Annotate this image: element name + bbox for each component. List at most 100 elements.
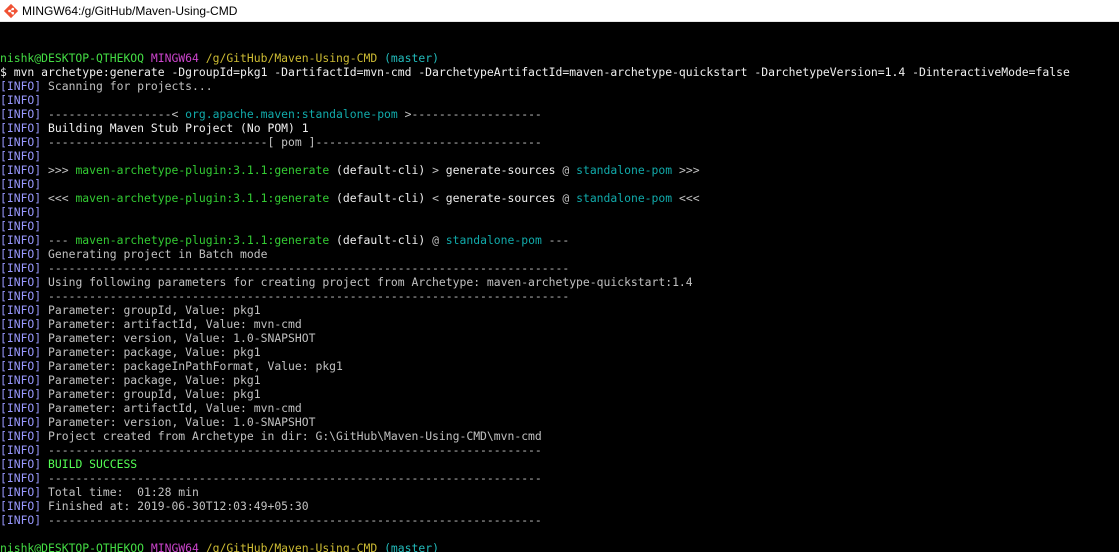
terminal-line: [INFO] ---------------------------------… <box>0 261 1119 275</box>
log-level-tag: [INFO] <box>0 107 42 121</box>
terminal-text: /g/GitHub/Maven-Using-CMD <box>205 541 378 552</box>
window-title: MINGW64:/g/GitHub/Maven-Using-CMD <box>22 4 238 18</box>
log-level-tag: [INFO] <box>0 429 42 443</box>
log-level-tag: [INFO] <box>0 373 42 387</box>
terminal-text: Parameter: groupId, Value: pkg1 <box>41 387 261 401</box>
log-level-tag: [INFO] <box>0 415 42 429</box>
log-level-tag: [INFO] <box>0 359 42 373</box>
terminal-text: Parameter: packageInPathFormat, Value: p… <box>41 359 343 373</box>
terminal-text: Total time: 01:28 min <box>41 485 199 499</box>
terminal-text: Scanning for projects... <box>41 79 213 93</box>
terminal-line: [INFO] Parameter: artifactId, Value: mvn… <box>0 401 1119 415</box>
terminal-text: maven-archetype-plugin:3.1.1:generate <box>75 191 330 205</box>
terminal-line: [INFO] Parameter: groupId, Value: pkg1 <box>0 387 1119 401</box>
terminal-text: <<< <box>41 191 76 205</box>
terminal-text: --------------------------------[ pom ]-… <box>41 135 542 149</box>
terminal-text: Parameter: artifactId, Value: mvn-cmd <box>41 401 302 415</box>
terminal-line: [INFO] ---------------------------------… <box>0 443 1119 457</box>
terminal-line: [INFO] Total time: 01:28 min <box>0 485 1119 499</box>
terminal-text: Parameter: version, Value: 1.0-SNAPSHOT <box>41 331 316 345</box>
terminal-text: Parameter: groupId, Value: pkg1 <box>41 303 261 317</box>
log-level-tag: [INFO] <box>0 191 42 205</box>
terminal-line: [INFO] BUILD SUCCESS <box>0 457 1119 471</box>
terminal-text: generate-sources <box>445 163 556 177</box>
log-level-tag: [INFO] <box>0 275 42 289</box>
terminal-line: [INFO] --------------------------------[… <box>0 135 1119 149</box>
terminal-text: (default-cli) <box>329 233 426 247</box>
log-level-tag: [INFO] <box>0 121 42 135</box>
terminal-line: nishk@DESKTOP-QTHEKOQ MINGW64 /g/GitHub/… <box>0 51 1119 65</box>
terminal-text: /g/GitHub/Maven-Using-CMD <box>205 51 378 65</box>
terminal-text: maven-archetype-plugin:3.1.1:generate <box>75 233 330 247</box>
terminal-line: [INFO] >>> maven-archetype-plugin:3.1.1:… <box>0 163 1119 177</box>
terminal-text: @ <box>555 163 577 177</box>
terminal-text: ------------------< <box>41 107 186 121</box>
log-level-tag: [INFO] <box>0 93 42 107</box>
terminal-line: [INFO] <<< maven-archetype-plugin:3.1.1:… <box>0 191 1119 205</box>
terminal-text: ----------------------------------------… <box>41 471 542 485</box>
terminal-text: >>> <box>672 163 700 177</box>
terminal-text: > <box>425 163 446 177</box>
log-level-tag: [INFO] <box>0 163 42 177</box>
terminal-line: [INFO] <box>0 149 1119 163</box>
log-level-tag: [INFO] <box>0 345 42 359</box>
terminal-text: ----------------------------------------… <box>41 261 570 275</box>
log-level-tag: [INFO] <box>0 471 42 485</box>
terminal-output[interactable]: nishk@DESKTOP-QTHEKOQ MINGW64 /g/GitHub/… <box>0 37 1119 552</box>
window-title-bar[interactable]: MINGW64:/g/GitHub/Maven-Using-CMD <box>0 0 1119 22</box>
terminal-line: [INFO] Parameter: version, Value: 1.0-SN… <box>0 415 1119 429</box>
terminal-text: Building Maven Stub Project (No POM) 1 <box>41 121 309 135</box>
terminal-text: Using following parameters for creating … <box>41 275 693 289</box>
log-level-tag: [INFO] <box>0 401 42 415</box>
terminal-line: [INFO] Finished at: 2019-06-30T12:03:49+… <box>0 499 1119 513</box>
terminal-line: [INFO] <box>0 177 1119 191</box>
terminal-text: >>> <box>41 163 76 177</box>
log-level-tag: [INFO] <box>0 233 42 247</box>
log-level-tag: [INFO] <box>0 79 42 93</box>
terminal-line: [INFO] <box>0 219 1119 233</box>
terminal-text: Parameter: package, Value: pkg1 <box>41 373 261 387</box>
terminal-text: $ mvn archetype:generate -DgroupId=pkg1 … <box>0 65 1070 79</box>
log-level-tag: [INFO] <box>0 485 42 499</box>
log-level-tag: [INFO] <box>0 289 42 303</box>
log-level-tag: [INFO] <box>0 261 42 275</box>
terminal-line: [INFO] Project created from Archetype in… <box>0 429 1119 443</box>
log-level-tag: [INFO] <box>0 331 42 345</box>
terminal-text: BUILD SUCCESS <box>48 457 138 471</box>
log-level-tag: [INFO] <box>0 205 42 219</box>
terminal-text: standalone-pom <box>576 163 673 177</box>
terminal-text: @ <box>425 233 446 247</box>
terminal-line: [INFO] Parameter: packageInPathFormat, V… <box>0 359 1119 373</box>
terminal-text: Parameter: version, Value: 1.0-SNAPSHOT <box>41 415 316 429</box>
terminal-text: MINGW64 <box>150 541 199 552</box>
terminal-line: [INFO] ---------------------------------… <box>0 513 1119 527</box>
terminal-text: maven-archetype-plugin:3.1.1:generate <box>75 163 330 177</box>
terminal-text: ----------------------------------------… <box>41 513 542 527</box>
log-level-tag: [INFO] <box>0 247 42 261</box>
terminal-text: standalone-pom <box>445 233 542 247</box>
log-level-tag: [INFO] <box>0 317 42 331</box>
terminal-line: [INFO] ------------------< org.apache.ma… <box>0 107 1119 121</box>
git-bash-diamond-icon <box>3 3 19 19</box>
log-level-tag: [INFO] <box>0 219 42 233</box>
terminal-text: <<< <box>672 191 700 205</box>
terminal-line: [INFO] Using following parameters for cr… <box>0 275 1119 289</box>
terminal-text: Project created from Archetype in dir: G… <box>41 429 542 443</box>
terminal-line: [INFO] ---------------------------------… <box>0 289 1119 303</box>
terminal-line: [INFO] ---------------------------------… <box>0 471 1119 485</box>
terminal-line: [INFO] Building Maven Stub Project (No P… <box>0 121 1119 135</box>
terminal-text: org.apache.maven:standalone-pom <box>185 107 398 121</box>
log-level-tag: [INFO] <box>0 149 42 163</box>
terminal-line: [INFO] Parameter: artifactId, Value: mvn… <box>0 317 1119 331</box>
terminal-line: [INFO] Scanning for projects... <box>0 79 1119 93</box>
terminal-text: Parameter: artifactId, Value: mvn-cmd <box>41 317 302 331</box>
log-level-tag: [INFO] <box>0 303 42 317</box>
terminal-line: [INFO] <box>0 205 1119 219</box>
terminal-text: nishk@DESKTOP-QTHEKOQ <box>0 541 145 552</box>
terminal-line: [INFO] Parameter: groupId, Value: pkg1 <box>0 303 1119 317</box>
